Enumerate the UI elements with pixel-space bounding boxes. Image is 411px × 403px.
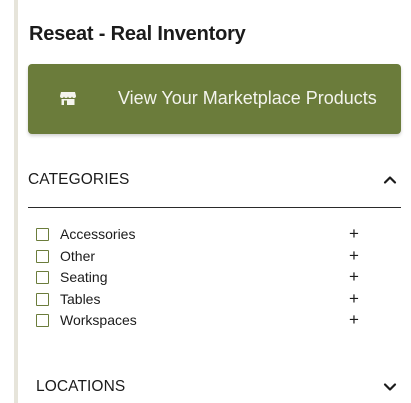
plus-icon[interactable]: +: [346, 224, 362, 244]
category-label: Seating: [60, 269, 108, 285]
store-icon: [60, 92, 76, 105]
filter-panel: Reseat - Real Inventory View Your Market…: [18, 0, 411, 403]
category-item-other[interactable]: Other +: [36, 246, 366, 270]
category-item-accessories[interactable]: Accessories +: [36, 224, 366, 248]
category-checkbox[interactable]: [36, 249, 49, 263]
categories-list: Accessories + Other + Seating + Tables +…: [36, 224, 366, 334]
category-label: Workspaces: [60, 312, 137, 328]
plus-icon[interactable]: +: [346, 267, 362, 287]
page-title: Reseat - Real Inventory: [29, 23, 246, 45]
category-item-workspaces[interactable]: Workspaces +: [36, 310, 366, 334]
category-label: Accessories: [60, 226, 136, 242]
plus-icon[interactable]: +: [346, 289, 362, 309]
locations-heading: LOCATIONS: [36, 378, 126, 395]
category-checkbox[interactable]: [36, 271, 49, 284]
view-marketplace-products-button[interactable]: View Your Marketplace Products: [28, 64, 401, 134]
category-label: Tables: [60, 290, 101, 307]
categories-divider: [28, 207, 401, 208]
plus-icon[interactable]: +: [346, 310, 362, 330]
categories-section-toggle[interactable]: CATEGORIES: [28, 165, 401, 195]
category-label: Other: [60, 247, 96, 264]
category-item-tables[interactable]: Tables +: [36, 289, 366, 313]
chevron-up-icon: [383, 176, 397, 184]
locations-section-toggle[interactable]: LOCATIONS: [36, 372, 401, 402]
chevron-down-icon: [383, 383, 397, 391]
plus-icon[interactable]: +: [346, 246, 362, 266]
categories-heading: CATEGORIES: [28, 171, 130, 188]
category-checkbox[interactable]: [36, 292, 49, 306]
category-item-seating[interactable]: Seating +: [36, 267, 366, 291]
view-marketplace-products-label: View Your Marketplace Products: [118, 88, 377, 108]
category-checkbox[interactable]: [36, 228, 49, 241]
category-checkbox[interactable]: [36, 314, 49, 327]
